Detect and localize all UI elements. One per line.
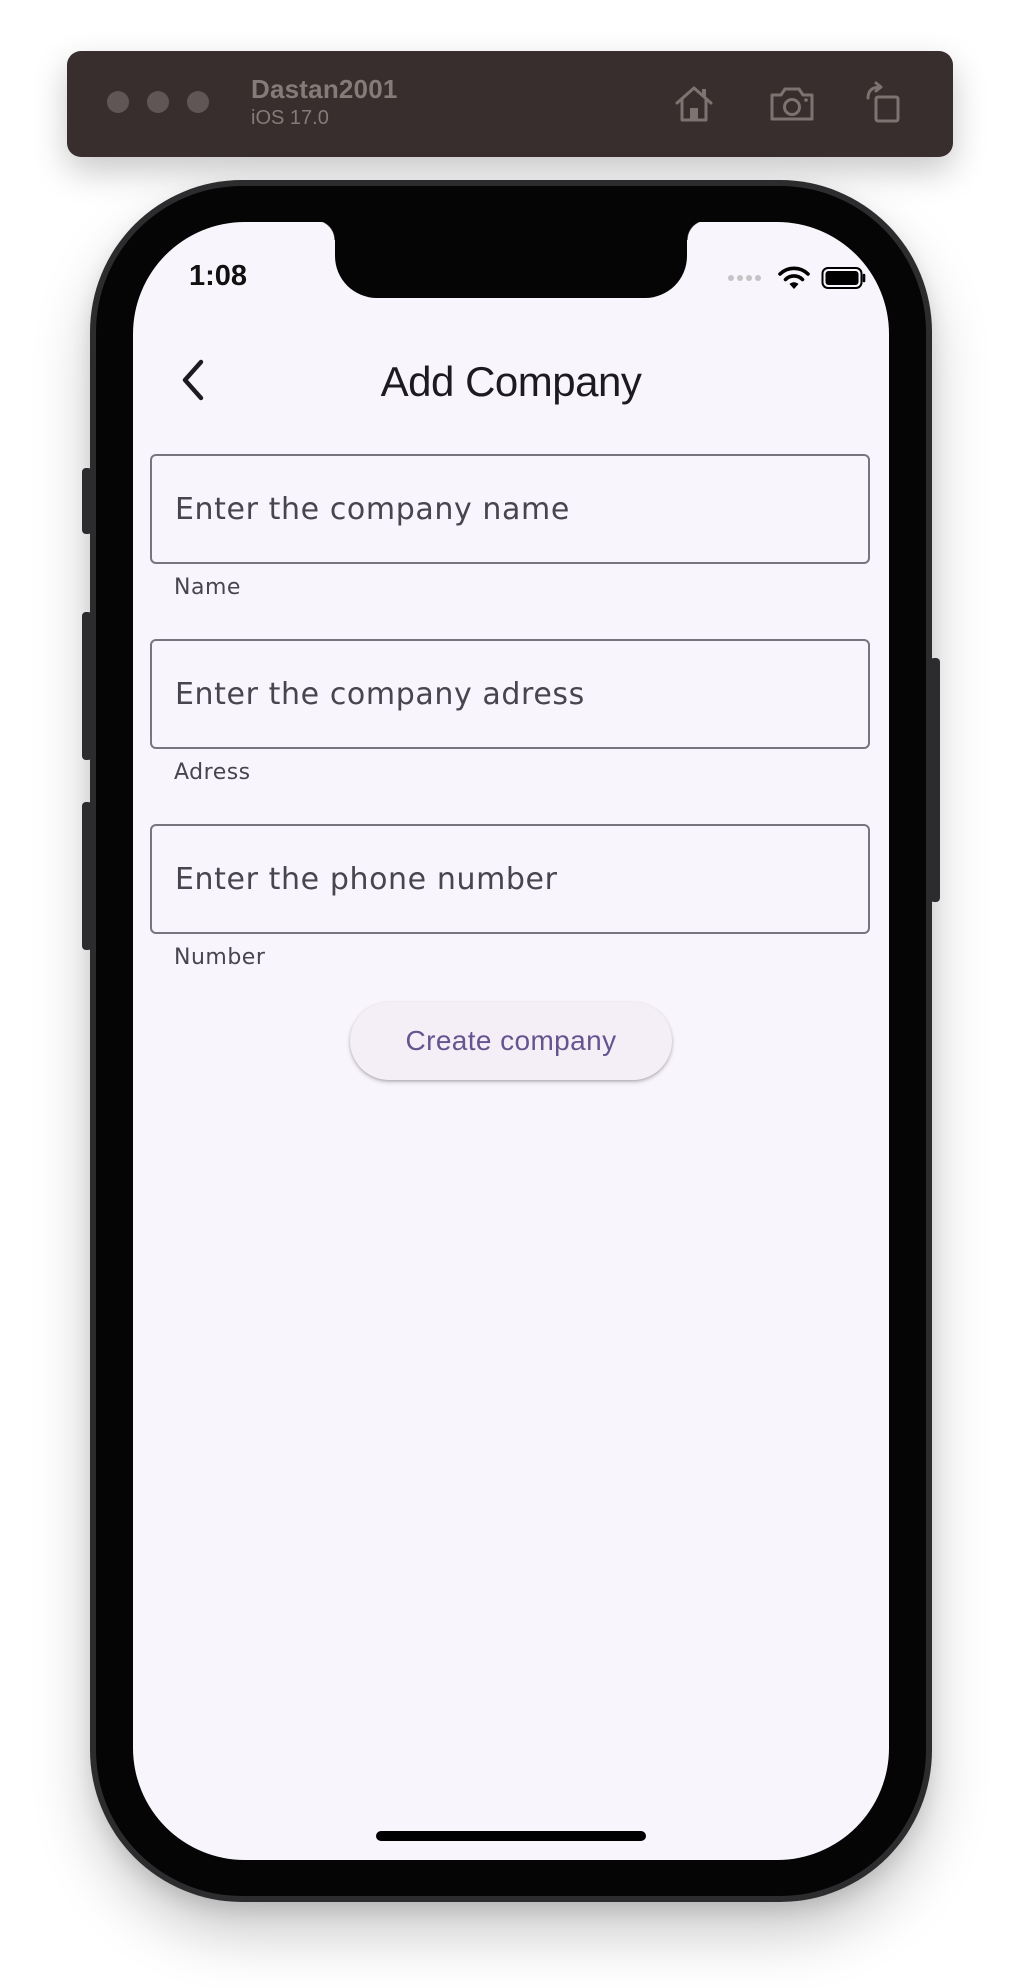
home-icon[interactable] (668, 78, 720, 130)
status-icons (728, 262, 867, 294)
notch (315, 222, 707, 298)
phone-number-helper: Number (174, 945, 266, 970)
cellular-icon (728, 275, 761, 281)
company-address-field[interactable] (150, 639, 870, 749)
home-indicator[interactable] (376, 1831, 646, 1841)
zoom-window-button[interactable] (187, 91, 209, 113)
minimize-window-button[interactable] (147, 91, 169, 113)
page-title: Add Company (380, 358, 642, 405)
stage: Dastan2001 iOS 17.0 1:08 Add Company Ent… (0, 0, 1020, 1988)
rotate-icon[interactable] (860, 78, 912, 130)
simulator-os-version: iOS 17.0 (251, 107, 329, 129)
close-window-button[interactable] (107, 91, 129, 113)
create-company-button[interactable]: Create company (350, 1002, 672, 1080)
phone-number-field[interactable] (150, 824, 870, 934)
company-name-input[interactable] (152, 456, 868, 562)
company-name-helper: Name (174, 575, 241, 600)
wifi-icon (778, 266, 810, 289)
company-address-input[interactable] (152, 641, 868, 747)
phone-number-input[interactable] (152, 826, 868, 932)
battery-icon (821, 267, 866, 289)
company-address-helper: Adress (174, 760, 251, 785)
status-time: 1:08 (189, 260, 248, 292)
simulator-device-name: Dastan2001 (251, 74, 398, 104)
company-name-field[interactable] (150, 454, 870, 564)
app-screen: 1:08 Add Company Name (133, 222, 889, 1860)
camera-icon[interactable] (766, 78, 818, 130)
